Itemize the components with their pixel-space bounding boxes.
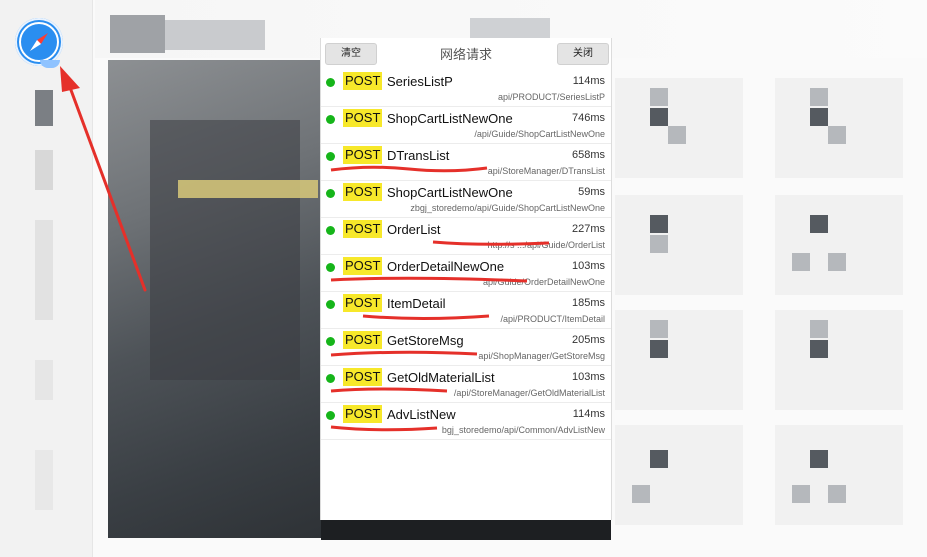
- request-method: POST: [343, 109, 383, 127]
- request-url: bgj_storedemo/api/Common/AdvListNew: [441, 425, 605, 435]
- request-method: POST: [343, 72, 383, 90]
- status-dot: [326, 300, 335, 309]
- status-dot: [326, 152, 335, 161]
- request-row[interactable]: POST AdvListNew 114ms bgj_storedemo/api/…: [321, 403, 611, 440]
- request-method: POST: [343, 368, 383, 386]
- request-time: 205ms: [571, 334, 605, 346]
- status-dot: [326, 337, 335, 346]
- request-time: 59ms: [578, 186, 605, 198]
- network-request-panel: 清空 网络请求 关闭 POST SeriesListP 114ms api/PR…: [320, 38, 612, 540]
- panel-header: 清空 网络请求 关闭: [321, 38, 611, 71]
- request-row[interactable]: POST OrderList 227ms http://s .../api/Gu…: [321, 218, 611, 255]
- status-dot: [326, 78, 335, 87]
- request-url: /api/StoreManager/GetOldMaterialList: [453, 388, 605, 398]
- request-time: 185ms: [571, 297, 605, 309]
- request-url: api/ShopManager/GetStoreMsg: [478, 351, 605, 361]
- request-row[interactable]: POST GetStoreMsg 205ms api/ShopManager/G…: [321, 329, 611, 366]
- request-row[interactable]: POST ShopCartListNewOne 746ms /api/Guide…: [321, 107, 611, 144]
- redaction-scribble: [330, 387, 448, 393]
- redaction-scribble: [362, 314, 490, 320]
- grid-card: [775, 425, 903, 525]
- request-time: 103ms: [571, 371, 605, 383]
- status-dot: [326, 411, 335, 420]
- request-row[interactable]: POST OrderDetailNewOne 103ms api/Guide/O…: [321, 255, 611, 292]
- request-row[interactable]: POST SeriesListP 114ms api/PRODUCT/Serie…: [321, 70, 611, 107]
- status-dot: [326, 374, 335, 383]
- left-sidebar-blurred: [0, 0, 93, 557]
- clear-button[interactable]: 清空: [325, 43, 377, 65]
- request-method: POST: [343, 220, 383, 238]
- request-name: DTransList: [387, 148, 450, 163]
- request-row[interactable]: POST ShopCartListNewOne 59ms zbgj_stored…: [321, 181, 611, 218]
- request-name: OrderList: [387, 222, 441, 237]
- status-dot: [326, 226, 335, 235]
- close-button[interactable]: 关闭: [557, 43, 609, 65]
- request-name: GetStoreMsg: [387, 333, 464, 348]
- request-time: 114ms: [572, 75, 605, 87]
- grid-card: [615, 310, 743, 410]
- request-row[interactable]: POST GetOldMaterialList 103ms /api/Store…: [321, 366, 611, 403]
- request-time: 658ms: [571, 149, 605, 161]
- request-time: 114ms: [572, 408, 605, 420]
- request-method: POST: [343, 294, 383, 312]
- blurred-yellow-strip: [178, 180, 318, 198]
- grid-card: [615, 195, 743, 295]
- request-url: api/StoreManager/DTransList: [487, 166, 605, 176]
- panel-title: 网络请求: [439, 47, 492, 62]
- request-name: ShopCartListNewOne: [387, 185, 513, 200]
- request-name: ShopCartListNewOne: [387, 111, 513, 126]
- grid-card: [615, 425, 743, 525]
- request-list: POST SeriesListP 114ms api/PRODUCT/Serie…: [321, 70, 611, 440]
- request-url: zbgj_storedemo/api/Guide/ShopCartListNew…: [410, 203, 605, 213]
- request-method: POST: [343, 405, 383, 423]
- request-name: OrderDetailNewOne: [387, 259, 505, 274]
- request-method: POST: [343, 146, 383, 164]
- redaction-scribble: [432, 240, 550, 246]
- request-url: api/PRODUCT/SeriesListP: [497, 92, 605, 102]
- request-method: POST: [343, 331, 383, 349]
- request-row[interactable]: POST DTransList 658ms api/StoreManager/D…: [321, 144, 611, 181]
- request-name: GetOldMaterialList: [387, 370, 495, 385]
- request-row[interactable]: POST ItemDetail 185ms /api/PRODUCT/ItemD…: [321, 292, 611, 329]
- grid-card: [775, 310, 903, 410]
- request-method: POST: [343, 257, 383, 275]
- request-url: /api/Guide/ShopCartListNewOne: [474, 129, 605, 139]
- request-time: 103ms: [571, 260, 605, 272]
- grid-card: [615, 78, 743, 178]
- status-dot: [326, 115, 335, 124]
- request-name: SeriesListP: [387, 74, 453, 89]
- blurred-figure: [150, 120, 300, 380]
- redaction-scribble: [330, 165, 488, 173]
- redaction-scribble: [330, 425, 438, 432]
- compass-icon[interactable]: [15, 18, 63, 66]
- redaction-scribble: [330, 350, 478, 357]
- status-dot: [326, 189, 335, 198]
- grid-card: [775, 195, 903, 295]
- status-dot: [326, 263, 335, 272]
- request-name: ItemDetail: [387, 296, 446, 311]
- request-time: 746ms: [571, 112, 605, 124]
- request-name: AdvListNew: [387, 407, 456, 422]
- redaction-scribble: [330, 276, 528, 283]
- request-method: POST: [343, 183, 383, 201]
- grid-card: [775, 78, 903, 178]
- request-url: /api/PRODUCT/ItemDetail: [500, 314, 605, 324]
- request-time: 227ms: [571, 223, 605, 235]
- panel-footer: [321, 520, 611, 540]
